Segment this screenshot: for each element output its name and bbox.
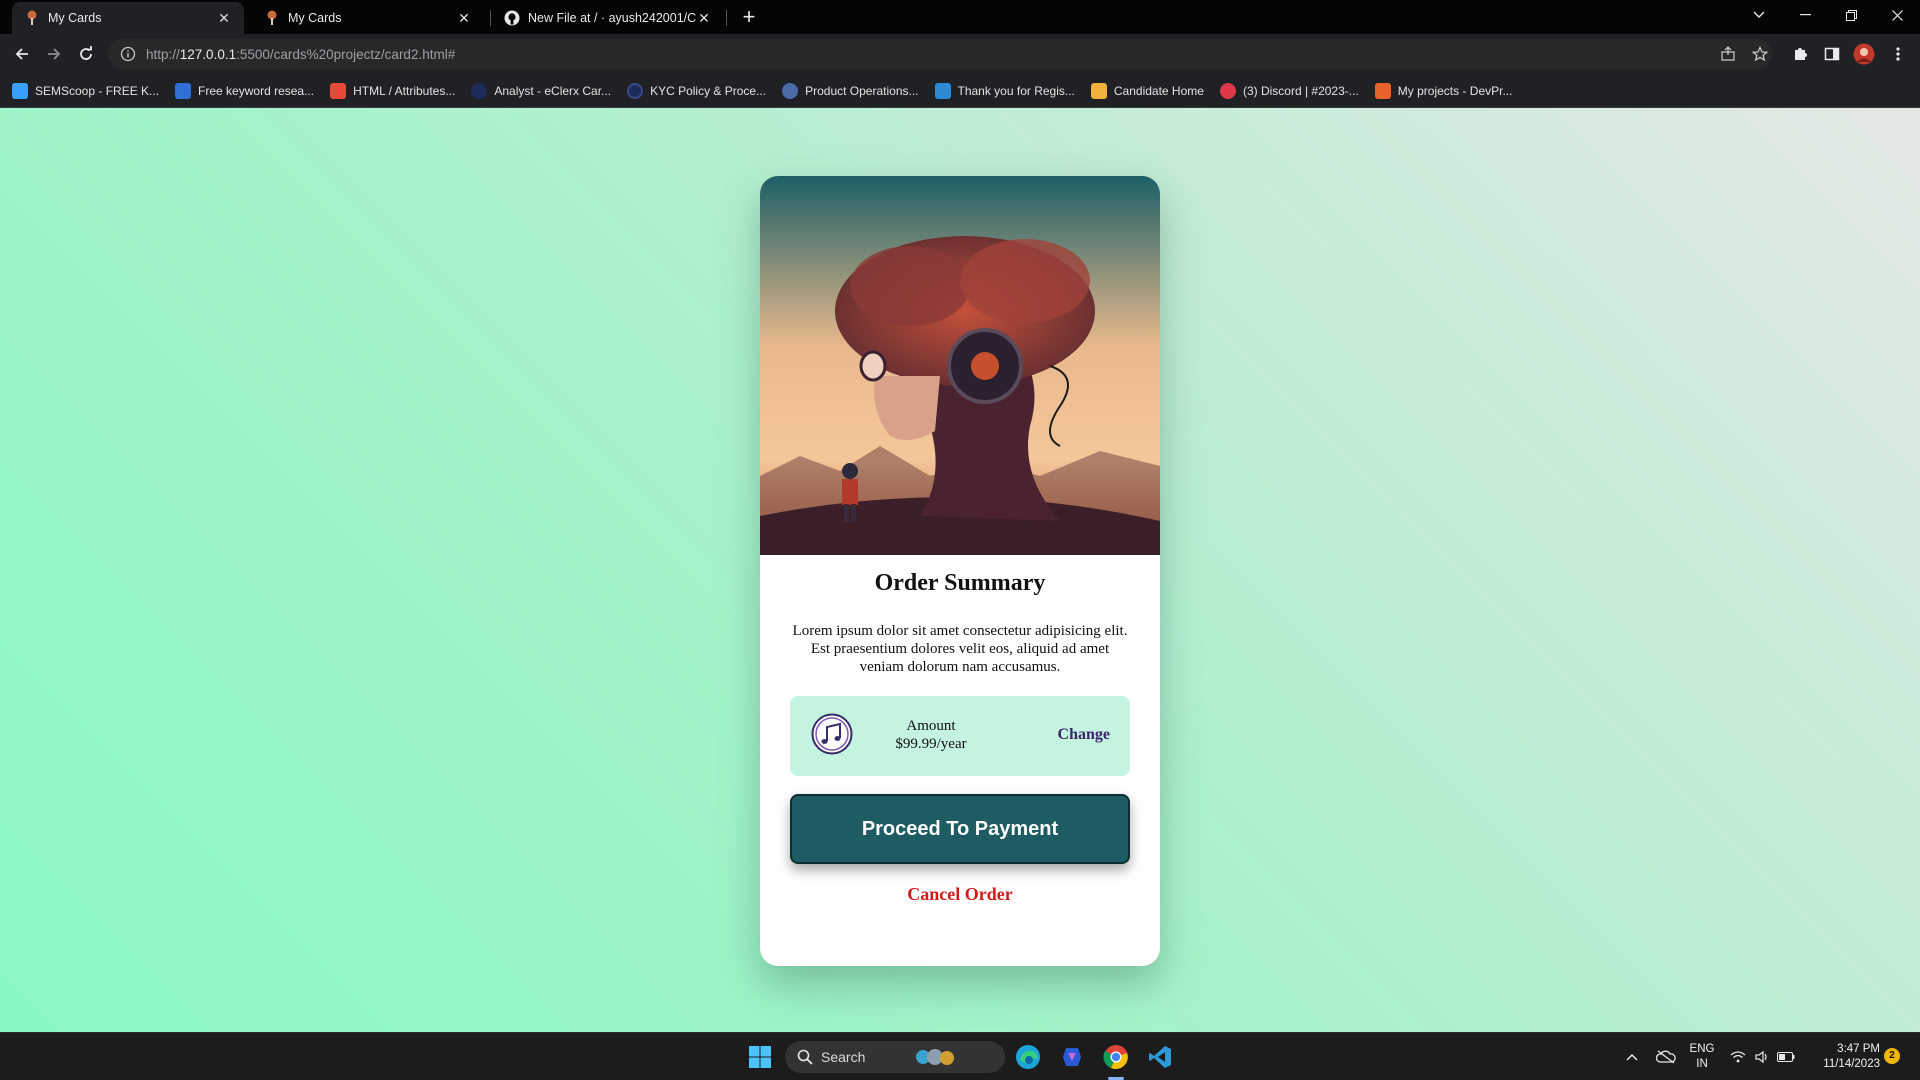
forward-arrow-icon[interactable] bbox=[40, 40, 68, 68]
vscode-icon[interactable] bbox=[1144, 1041, 1176, 1073]
product-ops-icon bbox=[782, 82, 799, 99]
chrome-browser-icon[interactable] bbox=[1100, 1041, 1132, 1073]
semscoop-icon bbox=[12, 82, 28, 99]
wifi-icon[interactable] bbox=[1726, 1041, 1750, 1073]
close-icon[interactable]: ✕ bbox=[216, 10, 232, 27]
info-icon[interactable] bbox=[120, 46, 136, 62]
battery-icon[interactable] bbox=[1774, 1041, 1798, 1073]
search-label: Search bbox=[821, 1049, 866, 1065]
search-highlights-icon bbox=[916, 1049, 955, 1065]
bookmark-item[interactable]: Thank you for Regis... bbox=[934, 82, 1075, 99]
w3-favicon-icon bbox=[330, 82, 347, 99]
search-icon bbox=[797, 1049, 813, 1065]
discord-icon bbox=[1219, 82, 1236, 99]
edge-browser-icon[interactable] bbox=[1012, 1041, 1044, 1073]
tab-search-icon[interactable] bbox=[1736, 0, 1782, 30]
page-background: Order Summary Lorem ipsum dolor sit amet… bbox=[0, 108, 1920, 1032]
bookmarks-bar: SEMScoop - FREE K... Free keyword resea.… bbox=[0, 74, 1920, 108]
menu-kebab-icon[interactable] bbox=[1884, 40, 1912, 68]
language-indicator[interactable]: ENG IN bbox=[1686, 1042, 1718, 1072]
cancel-order-link[interactable]: Cancel Order bbox=[760, 884, 1160, 905]
tab-my-cards[interactable]: My Cards ✕ bbox=[252, 2, 484, 34]
clock[interactable]: 3:47 PM 11/14/2023 bbox=[1806, 1042, 1880, 1072]
tree-icon bbox=[24, 10, 40, 26]
bookmark-item[interactable]: Candidate Home bbox=[1090, 82, 1204, 99]
extensions-puzzle-icon[interactable] bbox=[1786, 40, 1814, 68]
restore-icon[interactable] bbox=[1828, 0, 1874, 30]
bookmark-item[interactable]: Analyst - eClerx Car... bbox=[471, 82, 611, 99]
browser-toolbar: http://127.0.0.1:5500/cards%20projectz/c… bbox=[0, 34, 1920, 74]
search-favicon-icon bbox=[175, 82, 192, 99]
taskbar-search[interactable]: Search bbox=[785, 1041, 1005, 1073]
card-description: Lorem ipsum dolor sit amet consectetur a… bbox=[792, 623, 1128, 675]
plan-label: Amount bbox=[906, 718, 956, 734]
minimize-icon[interactable] bbox=[1782, 0, 1828, 30]
bookmark-item[interactable]: Free keyword resea... bbox=[175, 82, 314, 99]
profile-avatar[interactable] bbox=[1850, 40, 1878, 68]
address-bar[interactable]: http://127.0.0.1:5500/cards%20projectz/c… bbox=[108, 39, 1772, 69]
bookmark-item[interactable]: (3) Discord | #2023-... bbox=[1219, 82, 1359, 99]
tab-separator bbox=[726, 10, 727, 26]
devpost-icon bbox=[1374, 82, 1391, 99]
tab-title: My Cards bbox=[288, 11, 342, 25]
tab-separator bbox=[490, 10, 491, 26]
new-tab-button[interactable]: + bbox=[736, 4, 762, 30]
change-plan-link[interactable]: Change bbox=[1058, 726, 1110, 744]
tab-title: My Cards bbox=[48, 11, 102, 25]
registration-icon bbox=[934, 82, 951, 99]
tab-strip: My Cards ✕ My Cards ✕ New File at / · ay… bbox=[0, 0, 1920, 34]
close-window-icon[interactable] bbox=[1874, 0, 1920, 30]
volume-icon[interactable] bbox=[1750, 1041, 1774, 1073]
notification-badge[interactable]: 2 bbox=[1884, 1048, 1900, 1064]
hero-illustration bbox=[760, 176, 1160, 555]
onedrive-offline-icon[interactable] bbox=[1652, 1041, 1680, 1073]
kyc-icon bbox=[627, 82, 644, 99]
order-summary-card: Order Summary Lorem ipsum dolor sit amet… bbox=[760, 176, 1160, 966]
bookmark-item[interactable]: HTML / Attributes... bbox=[330, 82, 455, 99]
plan-details: Amount $99.99/year bbox=[876, 717, 986, 753]
eclerx-icon bbox=[471, 82, 488, 99]
copilot-icon[interactable] bbox=[1056, 1041, 1088, 1073]
tab-my-cards-active[interactable]: My Cards ✕ bbox=[12, 2, 244, 34]
close-icon[interactable]: ✕ bbox=[456, 10, 472, 27]
close-icon[interactable]: ✕ bbox=[696, 10, 712, 27]
card-title: Order Summary bbox=[874, 570, 1046, 596]
github-icon bbox=[504, 10, 520, 26]
tab-title: New File at / · ayush242001/Car bbox=[528, 11, 696, 25]
bookmark-item[interactable]: SEMScoop - FREE K... bbox=[12, 82, 159, 99]
candidate-home-icon bbox=[1090, 82, 1107, 99]
share-icon[interactable] bbox=[1714, 40, 1742, 68]
bookmark-item[interactable]: My projects - DevPr... bbox=[1374, 82, 1512, 99]
back-arrow-icon[interactable] bbox=[8, 40, 36, 68]
windows-taskbar: Search ENG IN 3:47 PM 11/14/2023 bbox=[0, 1032, 1920, 1080]
show-hidden-icons[interactable] bbox=[1620, 1041, 1644, 1073]
tab-github-new-file[interactable]: New File at / · ayush242001/Car ✕ bbox=[492, 2, 724, 34]
music-note-icon bbox=[811, 713, 853, 755]
side-panel-icon[interactable] bbox=[1818, 40, 1846, 68]
bookmark-item[interactable]: Product Operations... bbox=[782, 82, 919, 99]
windows-start-icon[interactable] bbox=[744, 1041, 776, 1073]
reload-icon[interactable] bbox=[72, 40, 100, 68]
bookmark-star-icon[interactable] bbox=[1746, 40, 1774, 68]
tree-icon bbox=[264, 10, 280, 26]
plan-price: $99.99/year bbox=[895, 736, 967, 752]
url-text: http://127.0.0.1:5500/cards%20projectz/c… bbox=[146, 46, 456, 62]
proceed-to-payment-button[interactable]: Proceed To Payment bbox=[790, 794, 1130, 864]
plan-summary: Amount $99.99/year Change bbox=[790, 696, 1130, 776]
bookmark-item[interactable]: KYC Policy & Proce... bbox=[627, 82, 766, 99]
